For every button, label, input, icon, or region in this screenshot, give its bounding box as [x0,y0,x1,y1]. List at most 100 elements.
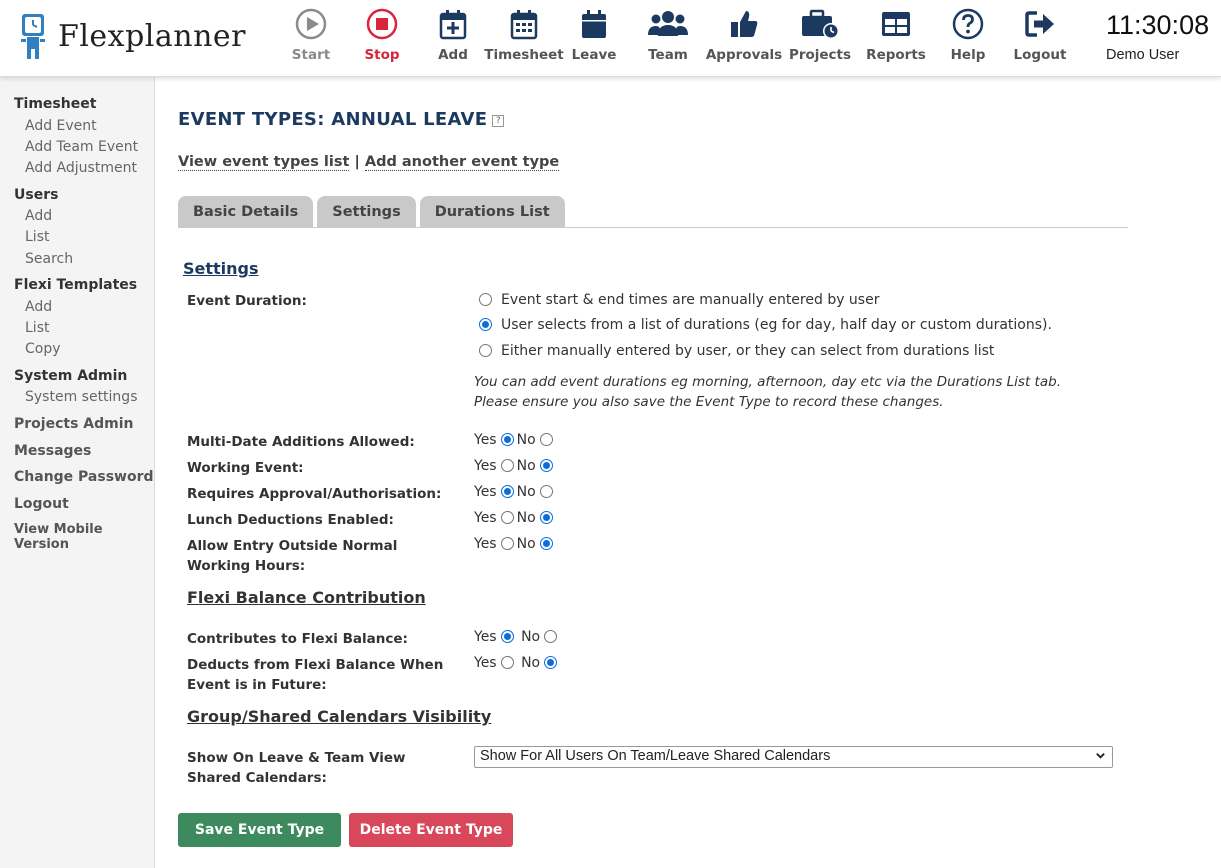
sidebar-add-event[interactable]: Add Event [25,118,97,134]
duration-option-either: Either manually entered by user, or they… [479,343,994,359]
sidebar-system-admin[interactable]: System Admin [14,368,127,384]
nav-help[interactable]: Help [928,8,1008,63]
sidebar-flexi-templates[interactable]: Flexi Templates [14,277,137,293]
sidebar-mobile-version[interactable]: View Mobile Version [14,522,154,552]
yes-label: Yes [474,510,497,526]
nav-leave-label: Leave [571,47,617,63]
nav-stop[interactable]: Stop [342,8,422,63]
sidebar-users-add[interactable]: Add [25,208,52,224]
nav-help-label: Help [950,47,986,63]
working-event-no-radio[interactable] [539,459,553,472]
outside-hours-label-line1: Allow Entry Outside Normal [187,538,398,554]
contributes-no-radio[interactable] [544,630,558,643]
duration-radio-either[interactable] [479,344,492,357]
logo-icon [21,14,45,59]
sidebar-change-password[interactable]: Change Password [14,469,154,485]
nav-team-label: Team [648,47,688,63]
outside-hours-yes-radio[interactable] [500,537,514,550]
nav-timesheet-label: Timesheet [484,47,564,63]
flexi-heading: Flexi Balance Contribution [187,588,426,607]
multi-date-no-radio[interactable] [539,433,553,446]
sidebar-ft-list[interactable]: List [25,320,49,336]
sidebar-users-list[interactable]: List [25,229,49,245]
duration-radio-list[interactable] [479,318,492,331]
save-event-type-button[interactable]: Save Event Type [178,813,341,847]
calendars-label-line1: Show On Leave & Team View [187,750,406,766]
nav-stop-label: Stop [364,47,400,63]
sidebar: Timesheet Add Event Add Team Event Add A… [0,77,155,868]
sidebar-add-team-event[interactable]: Add Team Event [25,139,138,155]
nav-team[interactable]: Team [628,8,708,63]
nav-add[interactable]: Add [413,8,493,63]
lunch-deductions-options: Yes No [474,510,556,526]
multi-date-options: Yes No [474,432,556,448]
calendar-visibility-value: Show For All Users On Team/Leave Shared … [480,748,831,764]
sidebar-projects-admin[interactable]: Projects Admin [14,416,134,432]
sidebar-ft-add[interactable]: Add [25,299,52,315]
no-label: No [516,536,536,552]
requires-approval-yes-radio[interactable] [500,485,514,498]
nav-reports[interactable]: Reports [856,8,936,63]
event-duration-label: Event Duration: [187,293,307,309]
outside-hours-no-radio[interactable] [539,537,553,550]
calendar-icon [582,10,606,38]
sidebar-timesheet[interactable]: Timesheet [14,96,96,112]
delete-event-type-button[interactable]: Delete Event Type [349,813,513,847]
contributes-yes-radio[interactable] [500,630,514,643]
lunch-deductions-yes-radio[interactable] [500,511,514,524]
calendar-visibility-select[interactable]: Show For All Users On Team/Leave Shared … [474,746,1113,768]
calendars-heading: Group/Shared Calendars Visibility [187,707,492,726]
nav-reports-label: Reports [866,47,926,63]
yes-label: Yes [474,629,497,645]
yes-label: Yes [474,484,497,500]
add-event-type-link[interactable]: Add another event type [364,154,560,171]
requires-approval-label: Requires Approval/Authorisation: [187,486,442,502]
duration-radio-manual[interactable] [479,293,492,306]
yes-label: Yes [474,432,497,448]
nav-leave[interactable]: Leave [554,8,634,63]
nav-start[interactable]: Start [271,8,351,63]
nav-logout[interactable]: Logout [1000,8,1080,63]
nav-start-label: Start [291,47,331,63]
calendar-plus-icon [439,10,467,40]
clock-display: 11:30:08 [1106,10,1210,40]
nav-projects[interactable]: Projects [780,8,860,63]
deducts-yes-radio[interactable] [500,656,514,669]
requires-approval-no-radio[interactable] [539,485,553,498]
nav-logout-label: Logout [1013,47,1067,63]
deducts-no-radio[interactable] [544,656,558,669]
sidebar-ft-copy[interactable]: Copy [25,341,61,357]
working-event-label: Working Event: [187,460,304,476]
multi-date-label: Multi-Date Additions Allowed: [187,434,415,450]
working-event-yes-radio[interactable] [500,459,514,472]
duration-option-manual-text: Event start & end times are manually ent… [501,292,880,308]
no-label: No [521,655,541,671]
tab-settings[interactable]: Settings [317,196,416,228]
tab-durations-list[interactable]: Durations List [419,196,565,228]
table-icon [882,12,910,36]
help-icon[interactable]: ? [492,115,505,127]
sidebar-messages[interactable]: Messages [14,443,91,459]
no-label: No [516,484,536,500]
duration-option-list: User selects from a list of durations (e… [479,317,1052,333]
top-header: Flexplanner Start Stop Add Timesheet Lea… [0,0,1221,77]
no-label: No [521,629,541,645]
sidebar-system-settings[interactable]: System settings [25,389,138,405]
nav-approvals[interactable]: Approvals [704,8,784,63]
lunch-deductions-label: Lunch Deductions Enabled: [187,512,394,528]
sidebar-logout[interactable]: Logout [14,496,69,512]
sidebar-add-adjustment[interactable]: Add Adjustment [25,160,137,176]
lunch-deductions-no-radio[interactable] [539,511,553,524]
multi-date-yes-radio[interactable] [500,433,514,446]
sidebar-users-search[interactable]: Search [25,251,73,267]
tab-basic-details[interactable]: Basic Details [178,196,314,228]
view-event-types-link[interactable]: View event types list [178,154,350,171]
sidebar-users[interactable]: Users [14,187,58,203]
app-logo[interactable]: Flexplanner [18,12,246,60]
nav-add-label: Add [438,47,468,63]
page-links: View event types list | Add another even… [178,154,560,171]
duration-option-either-text: Either manually entered by user, or they… [501,343,995,359]
main-content: EVENT TYPES: ANNUAL LEAVE? View event ty… [155,77,1221,868]
help-circle-icon [952,8,984,40]
nav-timesheet[interactable]: Timesheet [484,8,564,63]
